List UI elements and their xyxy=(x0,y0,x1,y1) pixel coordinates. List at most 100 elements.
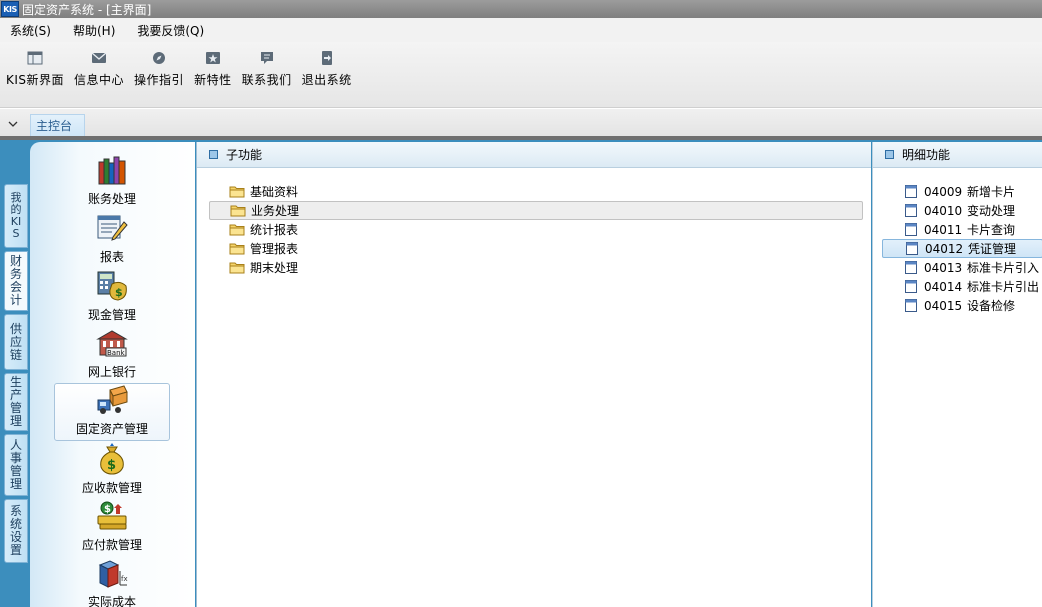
chat-bubble-icon xyxy=(259,50,275,66)
module-actual-cost[interactable]: fx 实际成本 xyxy=(54,555,170,607)
detail-list: 04009 新增卡片 04010 变动处理 04011 卡片查询 04012 凭… xyxy=(873,168,1042,315)
detail-item[interactable]: 04011 卡片查询 xyxy=(882,220,1042,239)
document-icon xyxy=(906,242,918,255)
detail-code: 04015 xyxy=(924,298,963,313)
folder-label: 基础资料 xyxy=(250,185,299,199)
document-icon xyxy=(905,204,917,217)
folder-label: 管理报表 xyxy=(250,242,299,256)
folder-icon xyxy=(229,224,245,236)
detail-item[interactable]: 04014 标准卡片引出 xyxy=(882,277,1042,296)
folder-label: 期末处理 xyxy=(250,261,299,275)
menu-feedback[interactable]: 我要反馈(Q) xyxy=(133,20,208,41)
side-tab-hr[interactable]: 人事管理 xyxy=(4,434,28,496)
svg-text:Bank: Bank xyxy=(107,349,126,357)
module-list: 账务处理 报表 $ 现金管理 Bank 网上银行 固定资产管理 $ 应收款管理 … xyxy=(30,142,195,607)
module-ledger[interactable]: 账务处理 xyxy=(54,152,170,210)
module-label: 报表 xyxy=(99,250,124,264)
module-receivable[interactable]: $ 应收款管理 xyxy=(54,441,170,499)
folder-item[interactable]: 期末处理 xyxy=(209,258,863,277)
contact-us-label: 联系我们 xyxy=(241,73,292,87)
side-tab-my-kis[interactable]: 我的KIS xyxy=(4,184,28,248)
detail-code: 04010 xyxy=(924,203,963,218)
menu-help[interactable]: 帮助(H) xyxy=(69,20,119,41)
side-tab-label: 供应链 xyxy=(9,321,22,362)
detail-item[interactable]: 04012 凭证管理 xyxy=(882,239,1042,258)
toolbar: KIS新界面 信息中心 操作指引 新特性 联系我们 退出系统 xyxy=(0,42,1042,108)
cash-calculator-icon: $ xyxy=(97,271,127,301)
document-icon xyxy=(905,299,917,312)
contact-us-button[interactable]: 联系我们 xyxy=(240,50,294,88)
money-bag-icon: $ xyxy=(100,443,124,475)
square-bullet-icon xyxy=(209,150,218,159)
folder-label: 业务处理 xyxy=(251,204,300,218)
star-box-icon xyxy=(205,50,221,66)
info-center-button[interactable]: 信息中心 xyxy=(72,50,126,88)
info-center-label: 信息中心 xyxy=(74,73,125,87)
module-report[interactable]: 报表 xyxy=(54,210,170,268)
module-label: 应收款管理 xyxy=(81,481,142,495)
kis-new-ui-button[interactable]: KIS新界面 xyxy=(4,50,66,88)
detail-label: 设备检修 xyxy=(967,299,1016,313)
side-tab-system-settings[interactable]: 系统设置 xyxy=(4,499,28,563)
document-icon xyxy=(905,280,917,293)
menu-bar: 系统(S) 帮助(H) 我要反馈(Q) xyxy=(0,18,1042,42)
detail-code: 04011 xyxy=(924,222,963,237)
module-label: 现金管理 xyxy=(87,308,136,322)
folder-item[interactable]: 统计报表 xyxy=(209,220,863,239)
module-fixed-asset[interactable]: 固定资产管理 xyxy=(54,383,170,441)
new-features-button[interactable]: 新特性 xyxy=(192,50,234,88)
detail-code: 04009 xyxy=(924,184,963,199)
detail-function-panel: 明细功能 04009 新增卡片 04010 变动处理 04011 卡片查询 04… xyxy=(872,142,1042,607)
side-tab-supply-chain[interactable]: 供应链 xyxy=(4,314,28,370)
tab-strip: 主控台 xyxy=(0,109,1042,136)
detail-label: 卡片查询 xyxy=(967,223,1016,237)
menu-system[interactable]: 系统(S) xyxy=(6,20,55,41)
module-online-bank[interactable]: Bank 网上银行 xyxy=(54,325,170,383)
document-icon xyxy=(905,261,917,274)
svg-text:$: $ xyxy=(104,504,111,515)
square-bullet-icon xyxy=(885,150,894,159)
new-features-label: 新特性 xyxy=(194,73,232,87)
document-icon xyxy=(905,185,917,198)
module-payable[interactable]: $ 应付款管理 xyxy=(54,498,170,556)
chevron-down-icon[interactable] xyxy=(0,112,26,136)
folder-item[interactable]: 管理报表 xyxy=(209,239,863,258)
bank-building-icon: Bank xyxy=(96,330,128,357)
module-label: 固定资产管理 xyxy=(75,422,148,436)
detail-label: 凭证管理 xyxy=(968,242,1017,256)
tab-main-console[interactable]: 主控台 xyxy=(30,114,86,136)
detail-code: 04013 xyxy=(924,260,963,275)
exit-system-button[interactable]: 退出系统 xyxy=(300,50,354,88)
window-title: 固定资产系统 - [主界面] xyxy=(22,2,152,17)
detail-item[interactable]: 04010 变动处理 xyxy=(882,201,1042,220)
exit-icon xyxy=(319,50,335,66)
module-label: 实际成本 xyxy=(87,595,136,607)
detail-label: 新增卡片 xyxy=(967,185,1016,199)
sub-function-header: 子功能 xyxy=(197,142,871,168)
envelope-icon xyxy=(91,50,107,66)
operation-guide-label: 操作指引 xyxy=(134,73,185,87)
side-tab-production[interactable]: 生产管理 xyxy=(4,373,28,431)
detail-item[interactable]: 04015 设备检修 xyxy=(882,296,1042,315)
side-tab-label: 我的KIS xyxy=(10,191,22,240)
detail-function-header: 明细功能 xyxy=(873,142,1042,168)
svg-text:$: $ xyxy=(115,286,123,299)
detail-item[interactable]: 04009 新增卡片 xyxy=(882,182,1042,201)
cost-chart-icon: fx xyxy=(98,560,128,588)
module-cash[interactable]: $ 现金管理 xyxy=(54,268,170,326)
document-icon xyxy=(905,223,917,236)
folder-item[interactable]: 基础资料 xyxy=(209,182,863,201)
folder-list: 基础资料 业务处理 统计报表 管理报表 期末处理 xyxy=(197,168,871,277)
folder-label: 统计报表 xyxy=(250,223,299,237)
side-tab-financial-accounting[interactable]: 财务会计 xyxy=(4,251,28,311)
title-bar: KIS 固定资产系统 - [主界面] xyxy=(0,0,1042,18)
folder-item[interactable]: 业务处理 xyxy=(209,201,863,220)
operation-guide-button[interactable]: 操作指引 xyxy=(132,50,186,88)
detail-item[interactable]: 04013 标准卡片引入 xyxy=(882,258,1042,277)
compass-icon xyxy=(151,50,167,66)
side-tab-label: 人事管理 xyxy=(9,438,22,491)
folder-icon xyxy=(230,205,246,217)
sub-function-title: 子功能 xyxy=(226,148,263,162)
side-tab-bar: 我的KIS 财务会计 供应链 生产管理 人事管理 系统设置 xyxy=(4,184,28,566)
detail-function-title: 明细功能 xyxy=(902,148,951,162)
